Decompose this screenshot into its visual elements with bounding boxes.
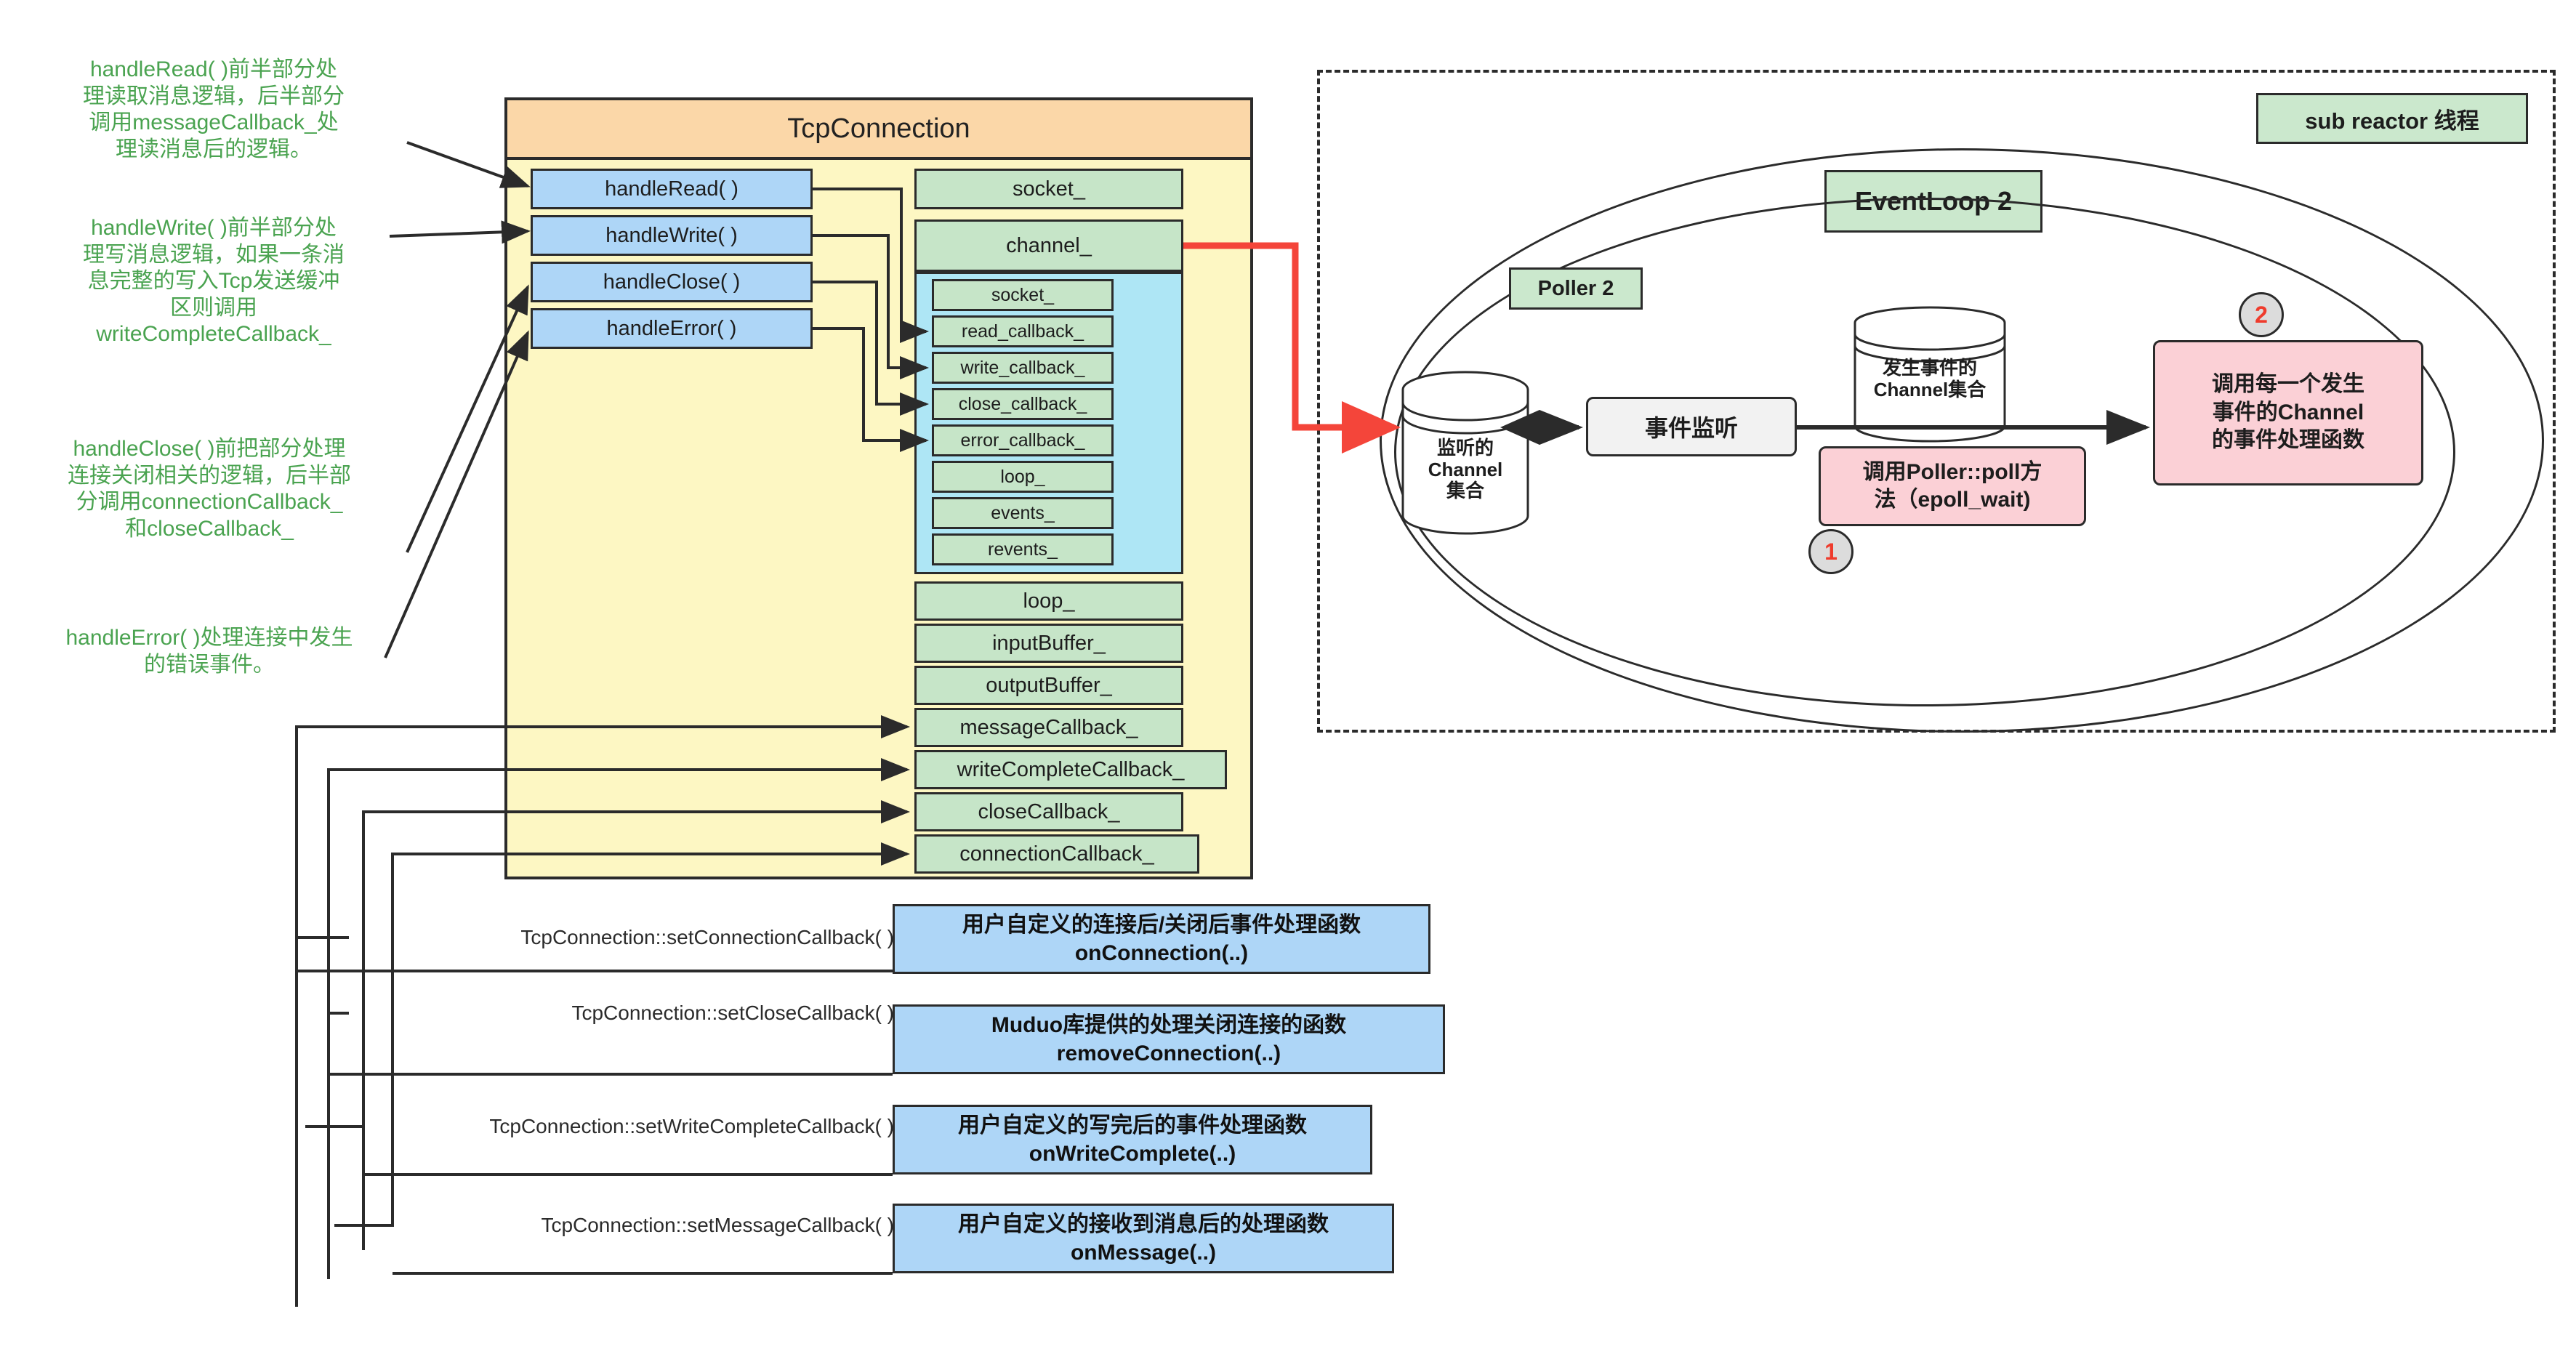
- note-handle-error: handleError( )处理连接中发生 的错误事件。: [65, 626, 353, 677]
- setter-box-onmessage[interactable]: 用户自定义的接收到消息后的处理函数 onMessage(..): [893, 1204, 1394, 1273]
- member-socket[interactable]: socket_: [914, 169, 1183, 209]
- step2-pink-box[interactable]: 调用每一个发生 事件的Channel 的事件处理函数: [2153, 340, 2423, 485]
- watched-channels-cylinder: 监听的 Channel 集合: [1400, 371, 1531, 535]
- diagram-canvas: handleRead( )前半部分处 理读取消息逻辑，后半部分 调用messag…: [0, 0, 2576, 1370]
- channel-member-read-callback[interactable]: read_callback_: [932, 315, 1114, 347]
- event-listen-box[interactable]: 事件监听: [1586, 397, 1797, 456]
- setter-label-close: TcpConnection::setCloseCallback( ): [571, 1002, 894, 1024]
- member-closecallback[interactable]: closeCallback_: [914, 792, 1183, 831]
- watched-channels-label: 监听的 Channel 集合: [1428, 437, 1503, 502]
- setter-label-writecomplete: TcpConnection::setWriteCompleteCallback(…: [489, 1115, 894, 1137]
- setter-label-connection: TcpConnection::setConnectionCallback( ): [520, 926, 894, 948]
- setter-label-message: TcpConnection::setMessageCallback( ): [541, 1214, 894, 1236]
- member-connectioncallback[interactable]: connectionCallback_: [914, 834, 1199, 874]
- sub-reactor-thread-tag: sub reactor 线程: [2256, 93, 2528, 144]
- method-handleclose[interactable]: handleClose( ): [531, 262, 813, 302]
- channel-member-revents[interactable]: revents_: [932, 533, 1114, 565]
- fired-channels-label: 发生事件的 Channel集合: [1873, 357, 1987, 400]
- method-handleread[interactable]: handleRead( ): [531, 169, 813, 209]
- poller-label: Poller 2: [1509, 267, 1643, 310]
- channel-member-error-callback[interactable]: error_callback_: [932, 424, 1114, 456]
- step2-badge: 2: [2239, 292, 2284, 337]
- channel-member-socket[interactable]: socket_: [932, 279, 1114, 311]
- member-messagecallback[interactable]: messageCallback_: [914, 708, 1183, 747]
- step1-badge: 1: [1808, 529, 1853, 574]
- fired-channels-cylinder: 发生事件的 Channel集合: [1852, 305, 2008, 443]
- setter-box-removeconnection[interactable]: Muduo库提供的处理关闭连接的函数 removeConnection(..): [893, 1004, 1445, 1074]
- note-handle-close: handleClose( )前把部分处理 连接关闭相关的逻辑，后半部 分调用co…: [68, 437, 351, 541]
- method-handleerror[interactable]: handleError( ): [531, 308, 813, 349]
- member-loop[interactable]: loop_: [914, 581, 1183, 621]
- member-outputbuffer[interactable]: outputBuffer_: [914, 666, 1183, 705]
- channel-member-close-callback[interactable]: close_callback_: [932, 388, 1114, 420]
- setter-box-onconnection[interactable]: 用户自定义的连接后/关闭后事件处理函数 onConnection(..): [893, 904, 1430, 974]
- channel-member-events[interactable]: events_: [932, 497, 1114, 529]
- tcpconnection-title: TcpConnection: [507, 100, 1250, 160]
- note-handle-read: handleRead( )前半部分处 理读取消息逻辑，后半部分 调用messag…: [83, 57, 345, 161]
- member-inputbuffer[interactable]: inputBuffer_: [914, 624, 1183, 663]
- member-writecompletecallback[interactable]: writeCompleteCallback_: [914, 750, 1227, 789]
- step1-pink-box[interactable]: 调用Poller::poll方 法（epoll_wait): [1819, 446, 2086, 526]
- member-channel[interactable]: channel_: [914, 219, 1183, 272]
- method-handlewrite[interactable]: handleWrite( ): [531, 215, 813, 256]
- channel-member-write-callback[interactable]: write_callback_: [932, 352, 1114, 384]
- note-handle-write: handleWrite( )前半部分处 理写消息逻辑，如果一条消 息完整的写入T…: [83, 216, 345, 347]
- setter-box-onwritecomplete[interactable]: 用户自定义的写完后的事件处理函数 onWriteComplete(..): [893, 1105, 1372, 1174]
- channel-member-loop[interactable]: loop_: [932, 461, 1114, 493]
